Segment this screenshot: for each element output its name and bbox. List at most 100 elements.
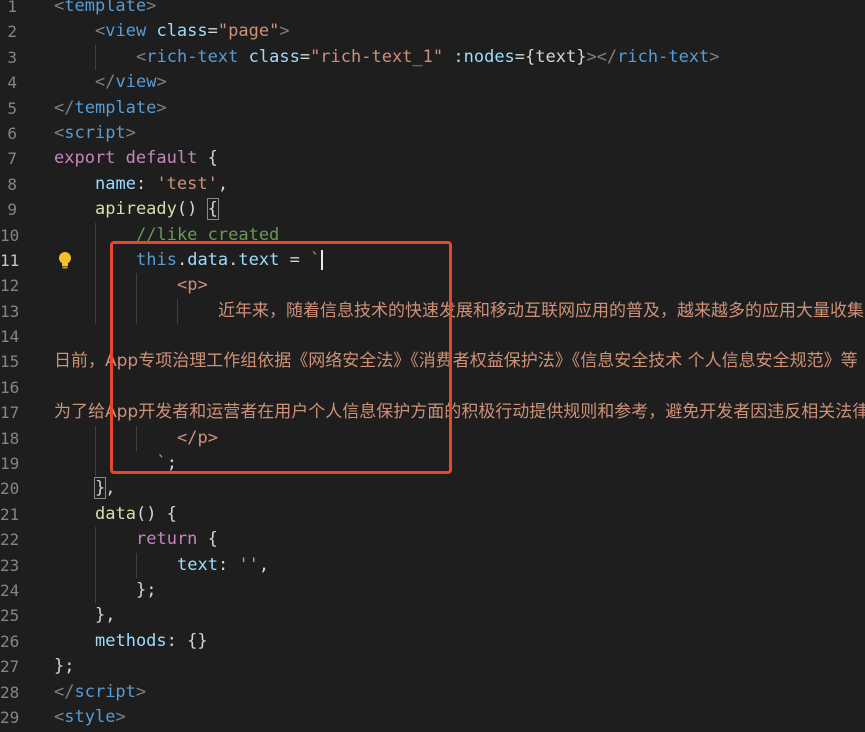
code-token: >	[709, 46, 720, 67]
code-text[interactable]: </view>	[95, 70, 167, 95]
code-line[interactable]: 27};	[0, 654, 865, 679]
code-token: template	[64, 0, 147, 16]
code-token: rich-text	[146, 46, 239, 67]
code-text[interactable]: };	[54, 654, 74, 679]
code-token: </	[54, 681, 75, 702]
code-line[interactable]: 20},	[0, 476, 865, 501]
indent-guide	[95, 247, 96, 274]
code-line[interactable]: 4 </view>	[0, 70, 865, 95]
code-token: },	[95, 605, 116, 626]
code-text[interactable]: //like created	[136, 223, 279, 248]
code-text[interactable]: <template>	[54, 0, 156, 19]
line-number: 13	[0, 301, 20, 321]
code-text[interactable]: 近年来，随着信息技术的快速发展和移动互联网应用的普及，越来越多的应用大量收集、	[218, 299, 865, 324]
code-token: ;	[166, 453, 177, 474]
code-line[interactable]: 5 </template>	[0, 96, 865, 121]
code-line[interactable]: 15 日前，App专项治理工作组依据《网络安全法》《消费者权益保护法》《信息安全技…	[0, 349, 865, 374]
code-text[interactable]: </p>	[177, 426, 218, 451]
code-token: script	[74, 681, 136, 702]
code-token: <	[54, 706, 65, 727]
code-text[interactable]: },	[93, 476, 116, 501]
code-line[interactable]: 22 return {	[0, 527, 865, 553]
code-token: ></	[586, 46, 618, 67]
code-text[interactable]: 为了给App开发者和运营者在用户个人信息保护方面的积极行动提供规则和参考，避免开…	[54, 400, 865, 425]
code-line[interactable]: 21 data() {	[0, 502, 865, 527]
line-number: 10	[0, 225, 20, 245]
code-line[interactable]: 7 export default {	[0, 146, 865, 171]
code-line[interactable]: 24};	[0, 577, 865, 604]
lightbulb-icon[interactable]	[56, 251, 74, 270]
code-text[interactable]: data() {	[95, 502, 177, 527]
code-line[interactable]: 29 <style>	[0, 705, 865, 730]
code-token: ,	[105, 478, 116, 499]
code-token: view	[105, 21, 147, 42]
code-text[interactable]: },	[95, 603, 115, 628]
code-text[interactable]: apiready() {	[95, 197, 219, 222]
code-token: >	[156, 97, 167, 118]
code-text[interactable]: <p>	[177, 273, 208, 298]
code-text[interactable]: `;	[136, 451, 177, 476]
line-number: 19	[0, 454, 20, 474]
code-text[interactable]: export default {	[54, 146, 218, 171]
code-line[interactable]: 14	[0, 324, 865, 349]
code-line[interactable]: 19 `;	[0, 451, 865, 477]
code-text[interactable]: return {	[136, 527, 218, 552]
code-line[interactable]: 18 </p>	[0, 425, 865, 452]
code-line[interactable]: 13 近年来，随着信息技术的快速发展和移动互联网应用的普及，越来越多的应用大量收集…	[0, 298, 865, 325]
code-text[interactable]: 日前，App专项治理工作组依据《网络安全法》《消费者权益保护法》《信息安全技术 …	[54, 349, 858, 374]
code-text[interactable]: </script>	[54, 680, 146, 705]
code-token: () {	[135, 503, 177, 524]
code-text[interactable]: };	[136, 578, 156, 603]
code-text[interactable]: this.data.text = `	[136, 248, 324, 273]
text-cursor	[321, 249, 324, 270]
code-token: export	[54, 148, 116, 169]
code-line[interactable]: 11 this.data.text = `	[0, 247, 865, 274]
code-token: ={text}	[514, 46, 587, 67]
code-line[interactable]: 12 <p>	[0, 273, 865, 299]
indent-guide	[95, 44, 96, 71]
indent-guide	[177, 298, 178, 325]
code-line[interactable]: 10 //like created	[0, 222, 865, 248]
code-text[interactable]: </template>	[54, 96, 167, 121]
line-number: 20	[0, 479, 20, 499]
code-token: <	[54, 0, 65, 16]
code-text[interactable]: <view class="page">	[95, 19, 290, 44]
indent-guide	[95, 527, 96, 553]
code-line[interactable]: 2 <view class="page">	[0, 19, 865, 44]
indent-guide	[136, 273, 137, 299]
code-token: .	[228, 249, 239, 270]
code-line[interactable]: 26 methods: {}	[0, 629, 865, 654]
code-token: :	[217, 554, 239, 575]
line-number: 11	[0, 250, 20, 270]
code-text[interactable]: <rich-text class="rich-text_1" :nodes={t…	[136, 45, 720, 70]
code-token: "page"	[217, 21, 280, 42]
code-token: template	[74, 97, 157, 118]
line-number: 28	[0, 682, 20, 702]
code-line[interactable]: 1 <template>	[0, 0, 865, 19]
code-editor[interactable]: 1 <template> 2 <view class="page"> 3 <rich-te…	[0, 0, 865, 730]
code-line[interactable]: 16	[0, 375, 865, 400]
code-line[interactable]: 3 <rich-text class="rich-text_1" :nodes={…	[0, 44, 865, 71]
code-text[interactable]: text: '',	[177, 553, 269, 578]
code-line[interactable]: 25},	[0, 603, 865, 628]
code-token: ,	[258, 554, 270, 575]
code-text[interactable]: name: 'test',	[95, 172, 228, 197]
code-token: ''	[238, 554, 259, 575]
code-line[interactable]: 8 name: 'test',	[0, 172, 865, 197]
code-token: return	[136, 529, 198, 550]
code-line[interactable]: 23 text: '',	[0, 552, 865, 578]
code-text[interactable]: methods: {}	[95, 629, 208, 654]
indent-guide	[95, 577, 96, 604]
code-line[interactable]: 9 apiready() {	[0, 197, 865, 222]
code-text[interactable]: <style>	[54, 705, 126, 730]
code-line[interactable]: 6 <script>	[0, 121, 865, 146]
code-text[interactable]: <script>	[54, 121, 136, 146]
code-line[interactable]: 28 </script>	[0, 680, 865, 705]
code-line[interactable]: 17 为了给App开发者和运营者在用户个人信息保护方面的积极行动提供规则和参考，避…	[0, 400, 865, 425]
code-token: <p>	[177, 275, 208, 296]
code-token: 为了给App开发者和运营者在用户个人信息保护方面的积极行动提供规则和参考，避免开…	[54, 402, 865, 423]
code-token: </	[54, 97, 75, 118]
code-token: >	[279, 21, 290, 42]
code-token: >	[125, 122, 136, 143]
code-token: apiready	[95, 199, 177, 220]
